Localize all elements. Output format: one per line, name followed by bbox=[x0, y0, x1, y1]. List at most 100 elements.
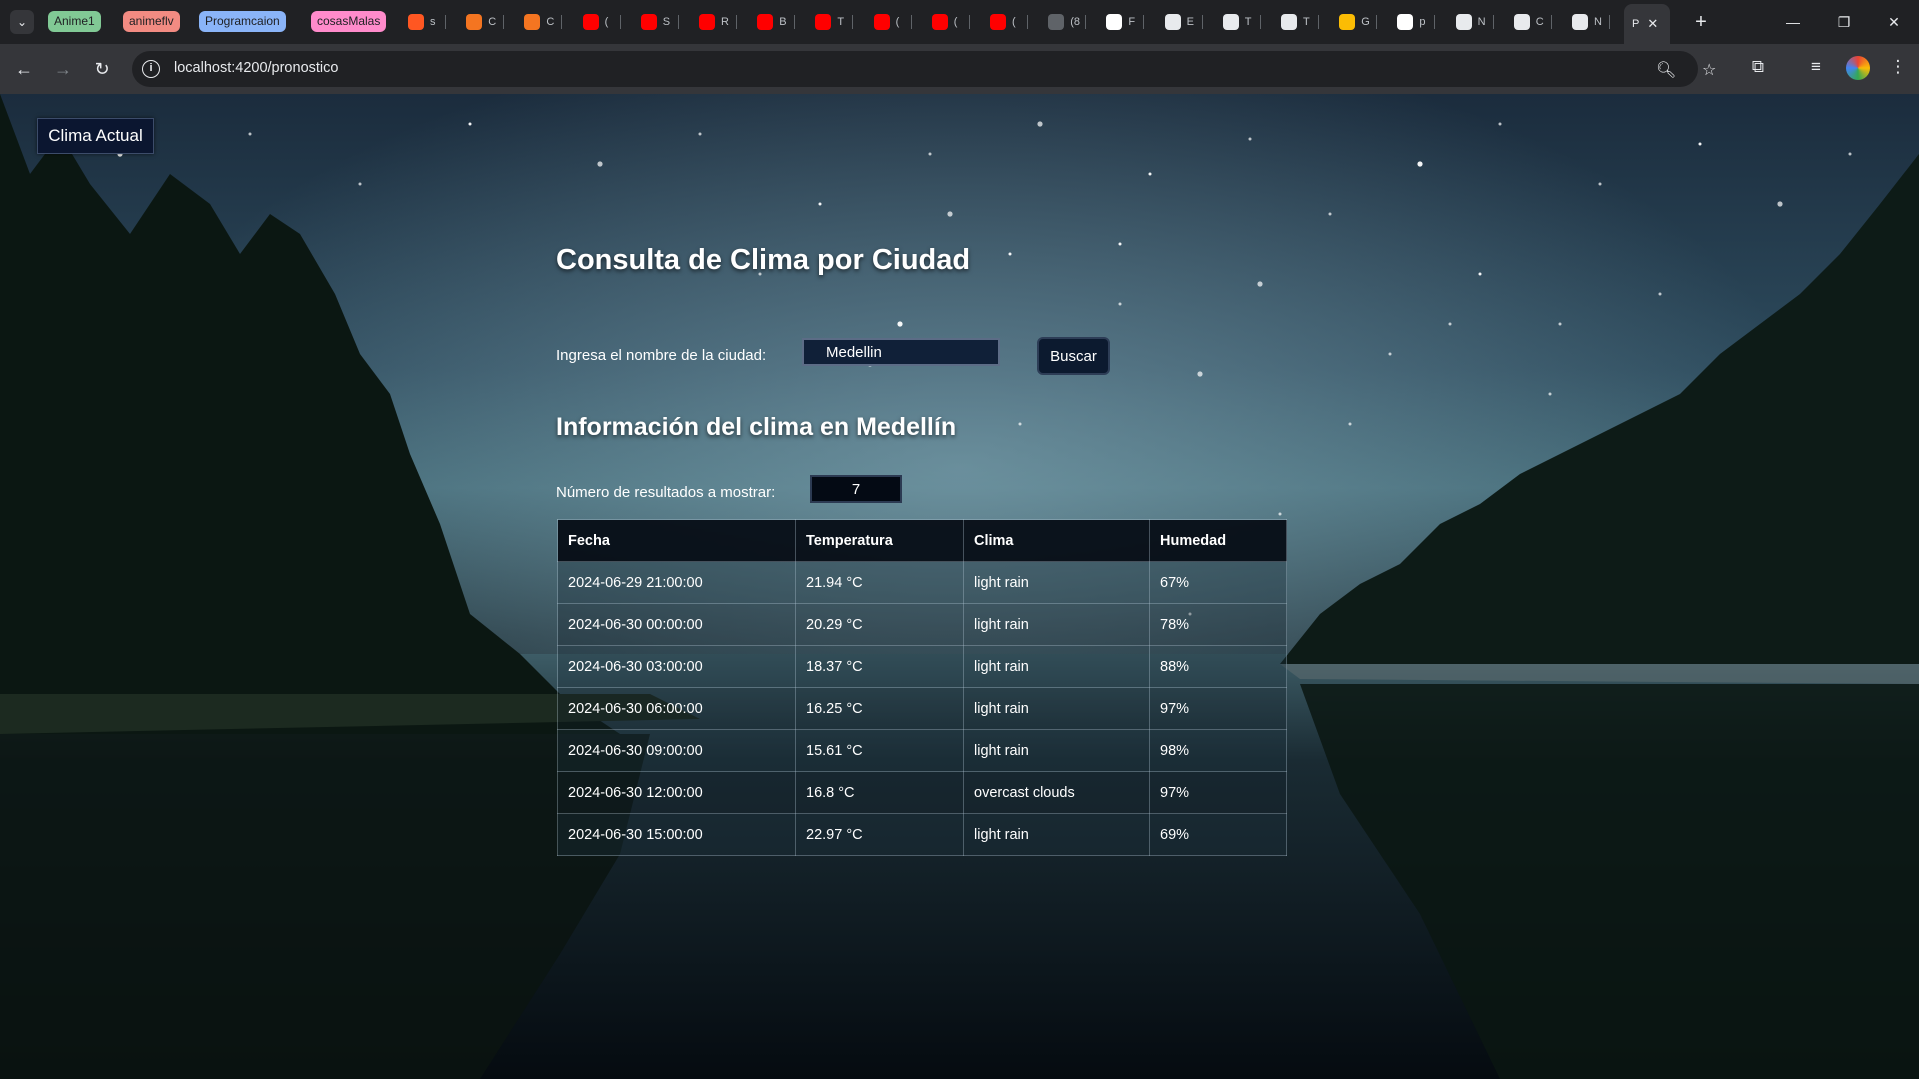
restore-icon[interactable]: ❐ bbox=[1822, 6, 1866, 38]
tab-title: ( bbox=[895, 16, 900, 28]
star bbox=[1388, 352, 1392, 356]
browser-tab[interactable]: C bbox=[1506, 8, 1552, 36]
browser-tab[interactable]: R bbox=[691, 8, 737, 36]
crunchy-icon bbox=[524, 14, 541, 30]
tab-title: G bbox=[1361, 16, 1370, 28]
forward-icon[interactable]: → bbox=[49, 55, 77, 83]
browser-tab[interactable]: p bbox=[1389, 8, 1436, 36]
minimize-icon[interactable]: — bbox=[1771, 6, 1815, 38]
page-title: Consulta de Clima por Ciudad bbox=[556, 244, 971, 276]
url-text[interactable]: localhost:4200/pronostico bbox=[174, 60, 338, 76]
browser-tab[interactable]: ( bbox=[575, 8, 621, 36]
tab-title: T bbox=[837, 16, 845, 28]
tab-separator bbox=[561, 15, 563, 29]
header-fecha: Fecha bbox=[557, 519, 796, 562]
bookmark-star-icon[interactable]: ☆ bbox=[1702, 60, 1716, 80]
audio-icon bbox=[1048, 14, 1065, 30]
extensions-icon[interactable]: ⧉ bbox=[1746, 57, 1770, 77]
zoom-icon[interactable]: 🔍︎ bbox=[1656, 60, 1676, 80]
site-info-icon[interactable]: i bbox=[142, 60, 160, 78]
tab-group-animeflv[interactable]: animeflv bbox=[123, 11, 180, 32]
profile-avatar[interactable] bbox=[1846, 56, 1870, 80]
close-tab-icon[interactable]: ✕ bbox=[1647, 16, 1658, 32]
active-tab-title: P bbox=[1632, 18, 1640, 30]
browser-tab[interactable]: T bbox=[1273, 8, 1319, 36]
cell-clima: light rain bbox=[963, 603, 1150, 646]
reload-icon[interactable]: ↻ bbox=[88, 55, 116, 83]
cell-clima: light rain bbox=[963, 687, 1150, 730]
city-input[interactable] bbox=[802, 338, 1000, 366]
tab-separator bbox=[736, 15, 737, 29]
close-window-icon[interactable]: ✕ bbox=[1872, 6, 1916, 38]
new-tab-button[interactable]: + bbox=[1688, 9, 1714, 35]
results-count-input[interactable] bbox=[810, 475, 902, 503]
active-tab[interactable]: P ✕ bbox=[1624, 4, 1670, 44]
back-icon[interactable]: ← bbox=[10, 55, 38, 83]
google-icon bbox=[1397, 14, 1414, 30]
menu-kebab-icon[interactable]: ⋮ bbox=[1886, 57, 1910, 77]
browser-tab[interactable]: s bbox=[400, 8, 446, 36]
google-icon bbox=[1106, 14, 1123, 30]
media-control-icon[interactable]: ≡ bbox=[1804, 57, 1828, 77]
browser-tab[interactable]: S bbox=[633, 8, 679, 36]
cell-clima: light rain bbox=[963, 729, 1150, 772]
tab-group-programcaion[interactable]: Programcaion bbox=[199, 11, 286, 32]
tab-separator bbox=[1609, 15, 1610, 29]
cell-temperatura: 18.37 °C bbox=[795, 645, 964, 688]
cell-humedad: 97% bbox=[1149, 771, 1287, 814]
cell-humedad: 88% bbox=[1149, 645, 1287, 688]
address-bar[interactable]: i localhost:4200/pronostico 🔍︎ ☆ bbox=[132, 51, 1716, 87]
browser-tab[interactable]: C bbox=[516, 8, 563, 36]
star bbox=[1248, 137, 1252, 141]
cell-temperatura: 15.61 °C bbox=[795, 729, 964, 772]
tab-group-cosasmalas[interactable]: cosasMalas bbox=[311, 11, 387, 32]
table-row: 2024-06-29 21:00:00 21.94 °C light rain 67% bbox=[557, 561, 1287, 604]
tab-group-anime1[interactable]: Anime1 bbox=[48, 11, 101, 32]
tab-title: T bbox=[1303, 16, 1310, 28]
star bbox=[1848, 152, 1852, 156]
star bbox=[1037, 121, 1043, 127]
browser-tab[interactable]: C bbox=[458, 8, 505, 36]
browser-tab[interactable]: ( bbox=[924, 8, 970, 36]
tab-title: ( bbox=[953, 16, 958, 28]
table-header-row: Fecha Temperatura Clima Humedad bbox=[557, 519, 1287, 562]
tab-title: F bbox=[1128, 16, 1136, 28]
browser-tab[interactable]: ( bbox=[866, 8, 912, 36]
tab-separator bbox=[445, 15, 446, 29]
browser-tab[interactable]: N bbox=[1448, 8, 1494, 36]
cell-clima: light rain bbox=[963, 561, 1150, 604]
table-row: 2024-06-30 09:00:00 15.61 °C light rain 98% bbox=[557, 729, 1287, 772]
search-button[interactable]: Buscar bbox=[1037, 337, 1110, 375]
table-row: 2024-06-30 15:00:00 22.97 °C light rain 69% bbox=[557, 813, 1287, 856]
browser-tab[interactable]: B bbox=[749, 8, 796, 36]
weather-section-title: Información del clima en Medellín bbox=[556, 413, 957, 441]
browser-tab[interactable]: T bbox=[807, 8, 854, 36]
browser-tab[interactable]: N bbox=[1564, 8, 1610, 36]
star bbox=[1148, 172, 1152, 176]
star bbox=[1498, 122, 1502, 126]
star bbox=[358, 182, 362, 186]
browser-tab[interactable]: T bbox=[1215, 8, 1261, 36]
tab-separator bbox=[910, 15, 912, 29]
star bbox=[698, 132, 702, 136]
tab-search-icon[interactable]: ⌄ bbox=[10, 10, 34, 34]
clima-actual-button[interactable]: Clima Actual bbox=[37, 118, 154, 154]
cell-humedad: 69% bbox=[1149, 813, 1287, 856]
youtube-icon bbox=[582, 14, 599, 30]
cell-clima: light rain bbox=[963, 813, 1150, 856]
star bbox=[1548, 392, 1552, 396]
browser-tab[interactable]: F bbox=[1098, 8, 1145, 36]
browser-tab[interactable]: (8 bbox=[1040, 8, 1087, 36]
cell-fecha: 2024-06-29 21:00:00 bbox=[557, 561, 796, 604]
browser-tab[interactable]: ( bbox=[982, 8, 1028, 36]
browser-tab[interactable]: G bbox=[1331, 8, 1378, 36]
youtube-icon bbox=[757, 14, 774, 30]
star bbox=[1118, 242, 1122, 246]
tab-title: N bbox=[1477, 16, 1486, 28]
browser-tab[interactable]: E bbox=[1157, 8, 1203, 36]
cell-humedad: 98% bbox=[1149, 729, 1287, 772]
star bbox=[1118, 302, 1122, 306]
cell-fecha: 2024-06-30 06:00:00 bbox=[557, 687, 796, 730]
star bbox=[1278, 512, 1282, 516]
tab-separator bbox=[677, 15, 679, 29]
